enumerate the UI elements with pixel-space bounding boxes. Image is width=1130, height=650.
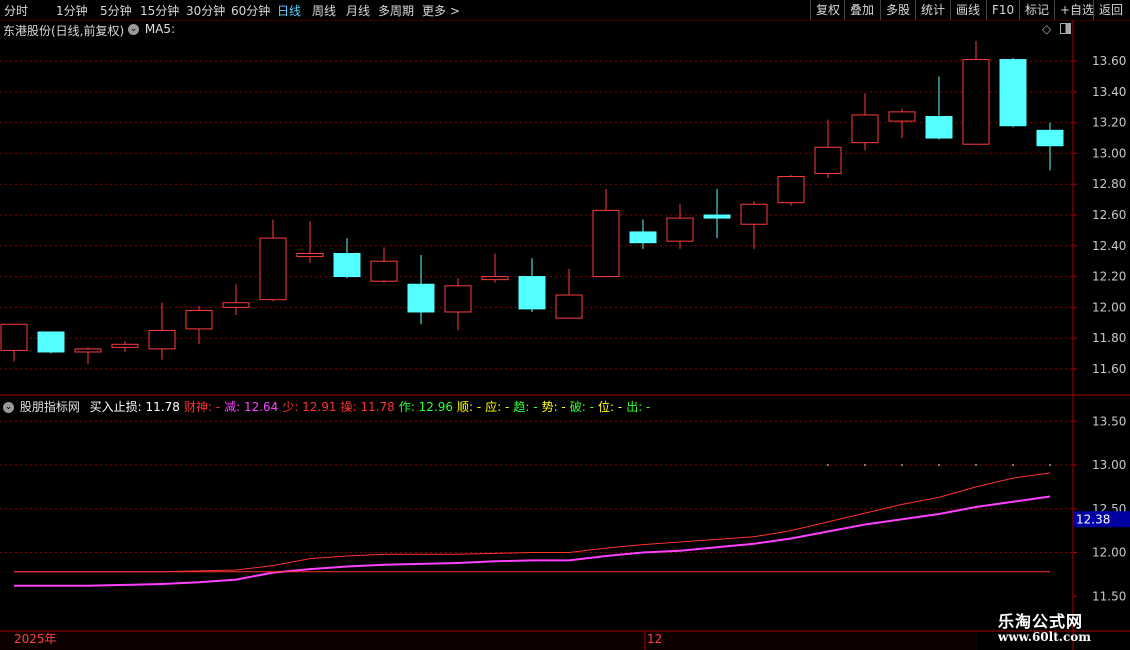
candle-up: [481, 276, 509, 281]
ma5-label: MA5:: [144, 22, 176, 36]
indicator-y-axis: 11.5012.0012.5013.0013.50: [1073, 414, 1126, 603]
indicator-item: 势: -: [541, 400, 566, 414]
series-line-2: [14, 495, 1051, 587]
candle-down: [1036, 129, 1064, 147]
candle-up: [259, 237, 287, 301]
candle-up: [148, 329, 176, 350]
y-tick-label: 13.40: [1092, 85, 1126, 99]
y-tick-label: 11.60: [1092, 362, 1126, 376]
indicator-item: 作: 12.96: [398, 400, 453, 414]
indicator-item: 破: -: [569, 400, 594, 414]
candle-up: [851, 114, 879, 144]
candle-up: [555, 294, 583, 319]
y-tick-label: 12.20: [1092, 270, 1126, 284]
signal-dot: [827, 464, 829, 466]
candle-up: [111, 343, 139, 348]
badge-label: 12.38: [1076, 512, 1110, 526]
indicator-item: 出: -: [626, 400, 651, 414]
candle-down: [518, 276, 546, 310]
candle-up: [296, 252, 324, 258]
candle-down: [407, 283, 435, 313]
candle-down: [333, 252, 361, 278]
indicator-grid: [0, 420, 1073, 553]
y-tick-label: 13.20: [1092, 116, 1126, 130]
panel-toggle-icon[interactable]: [1060, 23, 1071, 37]
y-tick-label: 12.00: [1092, 300, 1126, 314]
candle-up: [592, 209, 620, 278]
y-tick-label: 13.60: [1092, 54, 1126, 68]
main-chart-grid: [0, 60, 1073, 370]
candle-down: [37, 331, 65, 353]
y-tick-label: 13.50: [1092, 414, 1126, 428]
y-tick-label: 12.80: [1092, 177, 1126, 191]
indicator-item: 买入止损: 11.78: [89, 400, 180, 414]
watermark-title: 乐淘公式网: [998, 612, 1084, 631]
indicator-item: 财神: -: [183, 400, 221, 414]
y-tick-label: 11.50: [1092, 589, 1126, 603]
y-tick-label: 13.00: [1092, 458, 1126, 472]
date-axis-band: [0, 632, 978, 650]
candle-down: [999, 59, 1027, 127]
indicator-name: 股朋指标网: [19, 400, 80, 414]
diamond-icon[interactable]: ◇: [1042, 22, 1051, 36]
candle-up: [814, 146, 842, 174]
main-chart-title: 东港股份(日线,前复权): [3, 22, 124, 39]
indicator-item: 减: 12.64: [224, 400, 279, 414]
candle-down: [629, 231, 657, 244]
indicator-item: 操: 11.78: [340, 400, 395, 414]
candle-up: [962, 59, 990, 145]
indicator-lines: [14, 464, 1051, 587]
indicator-item: 应: -: [485, 400, 510, 414]
signal-dot: [864, 464, 866, 466]
y-tick-label: 12.40: [1092, 239, 1126, 253]
stock-title: 东港股份(日线,前复权): [3, 24, 125, 38]
indicator-values: 买入止损: 11.78 财神: - 减: 12.64 少: 12.91 操: 11.78…: [90, 400, 655, 414]
date-label-month: 12: [647, 632, 662, 646]
date-label-year: 2025年: [14, 632, 57, 646]
signal-dot: [938, 464, 940, 466]
candle-up: [740, 203, 768, 225]
chart-canvas[interactable]: 11.60 11.80 12.00 12.20 12.40 12.60 12.80 13.00…: [0, 0, 1130, 650]
chevron-down-icon[interactable]: ⌄: [3, 402, 14, 413]
candle-up: [222, 302, 250, 308]
candle-down: [925, 115, 953, 139]
watermark-url: www.60lt.com: [998, 630, 1091, 644]
candle-up: [0, 323, 28, 351]
indicator-value-badge: 12.38: [1074, 511, 1130, 528]
candle-up: [666, 217, 694, 242]
y-tick-label: 12.00: [1092, 546, 1126, 560]
candle-up: [370, 260, 398, 282]
indicator-item: 少: 12.91: [282, 400, 337, 414]
signal-dot: [975, 464, 977, 466]
candle-down: [703, 214, 731, 219]
series-line-1: [14, 472, 1051, 573]
signal-dot: [901, 464, 903, 466]
candle-up: [444, 285, 472, 313]
ma-settings[interactable]: ⌄ MA5:: [128, 22, 175, 36]
candle-up: [888, 111, 916, 122]
indicator-item: 顺: -: [456, 400, 482, 414]
y-tick-label: 12.60: [1092, 208, 1126, 222]
candle-up: [777, 176, 805, 204]
candle-up: [74, 348, 102, 353]
indicator-info-bar: ⌄ 股朋指标网 买入止损: 11.78 财神: - 减: 12.64 少: 12.91…: [3, 398, 654, 415]
y-tick-label: 11.80: [1092, 331, 1126, 345]
signal-dot: [1049, 464, 1051, 466]
candlestick-series: [0, 41, 1064, 365]
indicator-item: 趋: -: [513, 400, 538, 414]
indicator-item: 位: -: [597, 400, 623, 414]
signal-dot: [1012, 464, 1014, 466]
candle-up: [185, 309, 213, 330]
main-y-axis: 11.60 11.80 12.00 12.20 12.40 12.60 12.80 13.00…: [1073, 54, 1126, 376]
chevron-down-icon[interactable]: ⌄: [128, 24, 139, 35]
y-tick-label: 13.00: [1092, 146, 1126, 160]
